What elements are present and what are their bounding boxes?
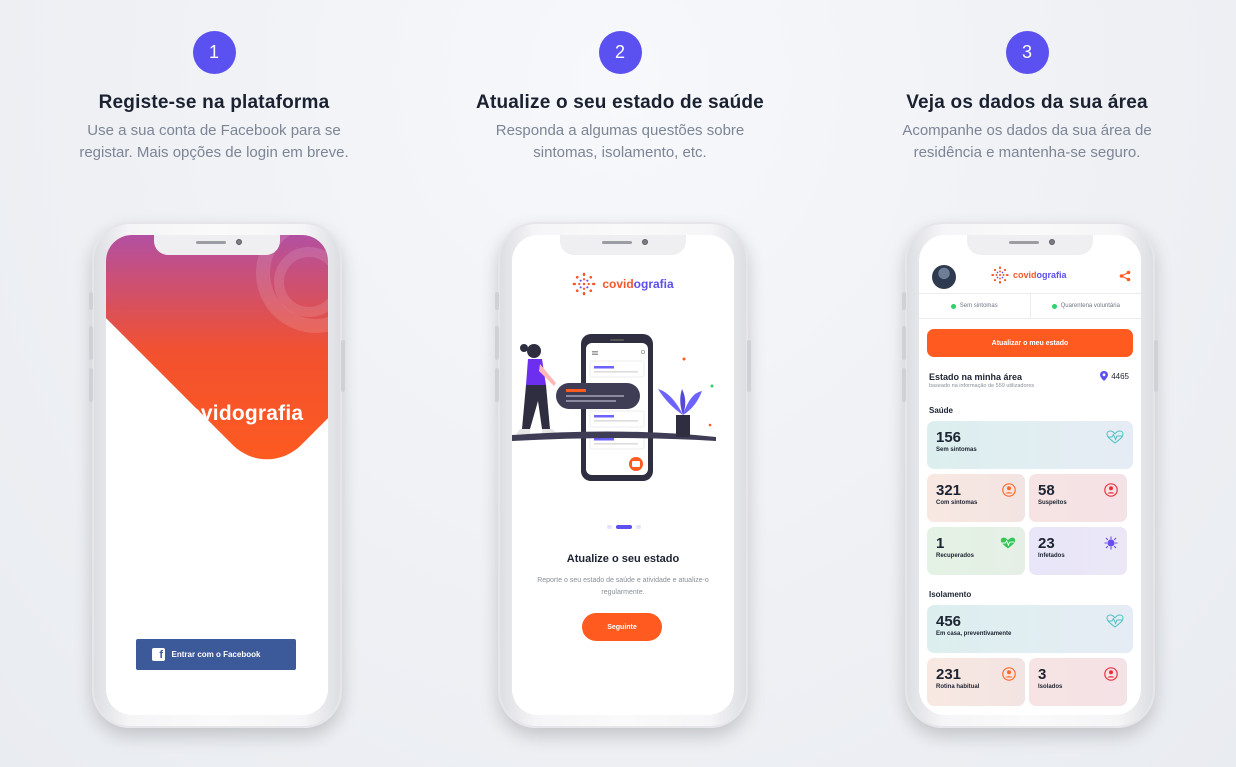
phone-notch (967, 235, 1093, 255)
app-name: covidografia (176, 402, 304, 425)
app-logo: covidografia (512, 272, 734, 296)
person-icon (1104, 483, 1118, 497)
share-icon[interactable] (1119, 270, 1131, 282)
phone-dashboard: covidografia Sem sintomas Quarentena vol… (902, 222, 1158, 728)
heart-pulse-icon (1000, 537, 1016, 549)
phone-screen: covidografia Sem sintomas Quarentena vol… (919, 235, 1141, 715)
step-3: 3 Veja os dados da sua área Acompanhe os… (847, 31, 1207, 164)
person-icon (1002, 483, 1016, 497)
stat-card-routine[interactable]: 231 Rotina habitual (927, 658, 1025, 706)
app-logo: covidografia (991, 266, 1067, 284)
location-pin-icon (1100, 371, 1109, 381)
carousel-indicator[interactable] (607, 525, 641, 529)
section-title-isolation: Isolamento (929, 590, 972, 599)
phone-notch (154, 235, 280, 255)
facebook-login-label: Entrar com o Facebook (171, 650, 261, 659)
facebook-icon: f (152, 648, 165, 661)
step-number-badge: 1 (192, 31, 236, 74)
heartbeat-icon (1106, 614, 1124, 628)
step-title: Registe-se na plataforma (98, 92, 330, 113)
step-description: Use a sua conta de Facebook para se regi… (79, 122, 349, 161)
status-health[interactable]: Sem sintomas (919, 294, 1030, 318)
stat-card-with-symptoms[interactable]: 321 Com sintomas (927, 474, 1025, 522)
stat-card-at-home[interactable]: 456 Em casa, preventivamente (927, 605, 1133, 653)
virus-icon (1104, 536, 1118, 550)
phone-notch (560, 235, 686, 255)
virus-logo-icon (572, 272, 596, 296)
next-button[interactable]: Seguinte (582, 613, 662, 641)
stat-card-isolated[interactable]: 3 Isolados (1029, 658, 1127, 706)
status-isolation[interactable]: Quarentena voluntária (1029, 294, 1142, 318)
step-description: Acompanhe os dados da sua área de residê… (902, 122, 1152, 161)
app-name: covidografia (1013, 270, 1067, 280)
step-2: 2 Atualize o seu estado de saúde Respond… (440, 31, 800, 164)
area-subtitle: baseado na informação de 559 utilizadore… (929, 383, 1035, 389)
phone-onboarding: covidografia Atualize o seu estado Repor… (495, 222, 751, 728)
virus-logo-icon (119, 392, 163, 436)
app-name: covidografia (602, 277, 674, 291)
heartbeat-icon (1106, 430, 1124, 444)
virus-logo-icon (991, 266, 1009, 284)
phone-screen: covidografia f Entrar com o Facebook (106, 235, 328, 715)
onboarding-title: Atualize o seu estado (566, 553, 680, 565)
area-postcode[interactable]: 4465 (1100, 371, 1129, 381)
app-header: covidografia (919, 261, 1141, 291)
status-dot-icon (950, 303, 956, 309)
area-title: Estado na minha área (929, 372, 1023, 382)
onboarding-illustration (512, 334, 716, 481)
status-dot-icon (1051, 303, 1057, 309)
step-title: Veja os dados da sua área (906, 92, 1148, 113)
person-icon (1104, 667, 1118, 681)
status-bar: Sem sintomas Quarentena voluntária (919, 293, 1141, 319)
avatar[interactable] (932, 265, 956, 289)
step-number-badge: 3 (1005, 31, 1049, 74)
stat-card-recovered[interactable]: 1 Recuperados (927, 527, 1025, 575)
stat-card-no-symptoms[interactable]: 156 Sem sintomas (927, 421, 1133, 469)
app-logo: covidografia (118, 391, 303, 437)
step-number-badge: 2 (598, 31, 642, 74)
section-title-health: Saúde (929, 406, 954, 415)
step-description: Responda a algumas questões sobre sintom… (495, 122, 745, 161)
update-status-button[interactable]: Atualizar o meu estado (927, 329, 1133, 357)
onboarding-description: Reporte o seu estado de saúde e atividad… (537, 577, 709, 596)
step-title: Atualize o seu estado de saúde (476, 92, 764, 113)
stat-card-suspects[interactable]: 58 Suspeitos (1029, 474, 1127, 522)
step-1: 1 Registe-se na plataforma Use a sua con… (34, 31, 394, 164)
person-icon (1002, 667, 1016, 681)
stat-card-infected[interactable]: 23 Infetados (1029, 527, 1127, 575)
facebook-login-button[interactable]: f Entrar com o Facebook (136, 639, 296, 670)
phone-screen: covidografia Atualize o seu estado Repor… (512, 235, 734, 715)
phone-login: covidografia f Entrar com o Facebook (89, 222, 345, 728)
